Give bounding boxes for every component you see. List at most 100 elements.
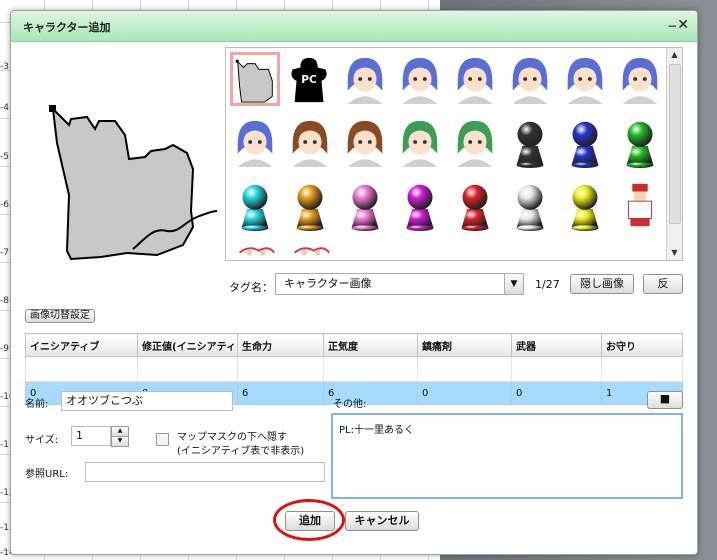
size-field[interactable]: 1 bbox=[71, 426, 111, 446]
pawn-black-thumb-image bbox=[516, 121, 544, 168]
pawn-yellow-thumb-image bbox=[571, 184, 599, 231]
add-character-dialog: キャラクター追加 − ✕ PC ▲ ▼ タグ名： キャラクター画像 ▼ 1/27… bbox=[10, 10, 698, 555]
close-icon[interactable]: ✕ bbox=[677, 18, 689, 32]
character-blue-hair-thumb-7[interactable] bbox=[230, 115, 280, 169]
partial-sprite-thumb-2[interactable] bbox=[285, 241, 335, 260]
pawn-cyan-thumb[interactable] bbox=[230, 178, 280, 232]
counter-header: 修正値(イニシアティ bbox=[137, 333, 238, 357]
map-mask-preview-image bbox=[49, 105, 218, 261]
character-brown-hair-thumb-2[interactable] bbox=[340, 115, 390, 169]
highlight-circle-annotation bbox=[273, 499, 345, 541]
pawn-orange-thumb[interactable] bbox=[285, 178, 335, 232]
map-mask-thumb[interactable] bbox=[230, 52, 280, 106]
size-stepper[interactable]: ▲ ▼ bbox=[111, 426, 129, 447]
scroll-down-arrow-icon[interactable]: ▼ bbox=[667, 246, 682, 260]
reference-url-field[interactable] bbox=[85, 462, 325, 482]
map-mask-sublabel: (イニシアティブ表で非表示) bbox=[177, 446, 305, 457]
image-panel-scrollbar[interactable]: ▲ ▼ bbox=[666, 48, 682, 260]
character-blue-hair-thumb-6[interactable] bbox=[615, 52, 665, 106]
character-blue-hair-thumb-1[interactable] bbox=[340, 52, 390, 106]
character-green-hair-thumb-1[interactable] bbox=[395, 115, 445, 169]
character-blue-hair-thumb-5[interactable] bbox=[560, 52, 610, 106]
pawn-blue-thumb-image bbox=[571, 121, 599, 168]
map-mask-checkbox[interactable] bbox=[156, 433, 169, 446]
table-row bbox=[25, 356, 684, 382]
pawn-magenta-thumb[interactable] bbox=[395, 178, 445, 232]
hidden-image-button[interactable]: 隠し画像 bbox=[570, 274, 634, 294]
character-blue-hair-thumb-4[interactable] bbox=[505, 52, 555, 106]
other-label: その他: bbox=[333, 399, 367, 410]
map-row-marker: -5 bbox=[0, 152, 9, 162]
character-blue-hair-thumb-3[interactable] bbox=[450, 52, 500, 106]
partial-sprite-thumb-1[interactable] bbox=[230, 241, 280, 260]
pawn-pink-thumb-image bbox=[351, 184, 379, 231]
pawn-yellow-thumb[interactable] bbox=[560, 178, 610, 232]
minimize-icon[interactable]: − bbox=[667, 20, 677, 32]
character-green-hair-thumb-2[interactable] bbox=[450, 115, 500, 169]
pawn-black-thumb[interactable] bbox=[505, 115, 555, 169]
reference-url-label: 参照URL: bbox=[25, 469, 69, 480]
map-row-marker: -9 bbox=[0, 344, 9, 354]
character-brown-hair-thumb-1[interactable] bbox=[285, 115, 335, 169]
image-thumbnail-grid: PC bbox=[226, 48, 666, 260]
pawn-blue-thumb[interactable] bbox=[560, 115, 610, 169]
pawn-white-thumb[interactable] bbox=[505, 178, 555, 232]
character-blue-hair-thumb-3-image bbox=[457, 57, 493, 104]
counter-header: お守り bbox=[600, 333, 684, 357]
name-field[interactable]: オオツブこつぶ bbox=[61, 391, 233, 411]
map-row-marker: -7 bbox=[0, 248, 9, 258]
counter-header: 鎮痛剤 bbox=[416, 333, 512, 357]
character-brown-hair-thumb-2-image bbox=[347, 120, 383, 167]
character-green-hair-thumb-2-image bbox=[457, 120, 493, 167]
image-switch-settings-button[interactable]: 画像切替設定 bbox=[25, 309, 95, 323]
character-blue-hair-thumb-2-image bbox=[402, 57, 438, 104]
pawn-magenta-thumb-image bbox=[406, 184, 434, 231]
stepper-down-icon[interactable]: ▼ bbox=[111, 436, 129, 447]
other-button[interactable]: ■ bbox=[647, 391, 683, 409]
flip-image-button[interactable]: 反 bbox=[643, 274, 683, 294]
pawn-red-thumb-image bbox=[461, 184, 489, 231]
pawn-pink-thumb[interactable] bbox=[340, 178, 390, 232]
character-blue-hair-thumb-2[interactable] bbox=[395, 52, 445, 106]
character-image-preview bbox=[41, 99, 231, 269]
map-mask-thumb-image bbox=[235, 59, 273, 103]
pawn-red-thumb[interactable] bbox=[450, 178, 500, 232]
tag-name-select[interactable]: キャラクター画像 bbox=[275, 273, 511, 295]
map-row-marker: -3 bbox=[0, 62, 9, 72]
counter-header-row: イニシアティブ 修正値(イニシアティ 生命力 正気度 鎮痛剤 武器 お守り bbox=[25, 333, 684, 357]
character-blue-hair-thumb-5-image bbox=[567, 57, 603, 104]
pixel-sprite-thumb[interactable] bbox=[615, 178, 665, 232]
chevron-down-icon[interactable]: ▼ bbox=[504, 273, 524, 295]
partial-sprite-thumb-2-image bbox=[294, 247, 330, 256]
name-label: 名前: bbox=[25, 399, 49, 410]
scroll-up-arrow-icon[interactable]: ▲ bbox=[667, 48, 682, 62]
character-blue-hair-thumb-7-image bbox=[237, 120, 273, 167]
tag-name-label: タグ名： bbox=[229, 281, 273, 294]
counter-value[interactable]: 6 bbox=[236, 381, 324, 405]
image-page-count: 1/27 bbox=[535, 278, 560, 291]
svg-text:PC: PC bbox=[301, 74, 317, 86]
size-label: サイズ: bbox=[25, 435, 59, 446]
map-row-marker: -4 bbox=[0, 103, 9, 113]
pawn-green-thumb-image bbox=[626, 121, 654, 168]
cancel-button[interactable]: キャンセル bbox=[345, 511, 419, 531]
map-row-marker: -6 bbox=[0, 200, 9, 210]
pc-pawn-thumb[interactable]: PC bbox=[285, 52, 335, 106]
pawn-cyan-thumb-image bbox=[241, 184, 269, 231]
character-blue-hair-thumb-1-image bbox=[347, 57, 383, 104]
pawn-green-thumb[interactable] bbox=[615, 115, 665, 169]
other-notes-textarea[interactable]: PL:十一里あるく bbox=[331, 413, 683, 499]
pawn-orange-thumb-image bbox=[296, 184, 324, 231]
dialog-titlebar[interactable]: キャラクター追加 − ✕ bbox=[11, 11, 697, 42]
character-brown-hair-thumb-1-image bbox=[292, 120, 328, 167]
counter-header: 武器 bbox=[510, 333, 602, 357]
pc-pawn-thumb-image: PC bbox=[291, 57, 327, 103]
counter-value[interactable]: 0 bbox=[416, 381, 512, 405]
scrollbar-thumb[interactable] bbox=[669, 64, 681, 224]
counter-value[interactable]: 0 bbox=[510, 381, 602, 405]
pawn-white-thumb-image bbox=[516, 184, 544, 231]
character-blue-hair-thumb-6-image bbox=[622, 57, 658, 104]
map-row-marker: -8 bbox=[0, 296, 9, 306]
map-mask-label: マップマスクの下へ隠す bbox=[177, 432, 287, 443]
counter-header: 正気度 bbox=[322, 333, 418, 357]
